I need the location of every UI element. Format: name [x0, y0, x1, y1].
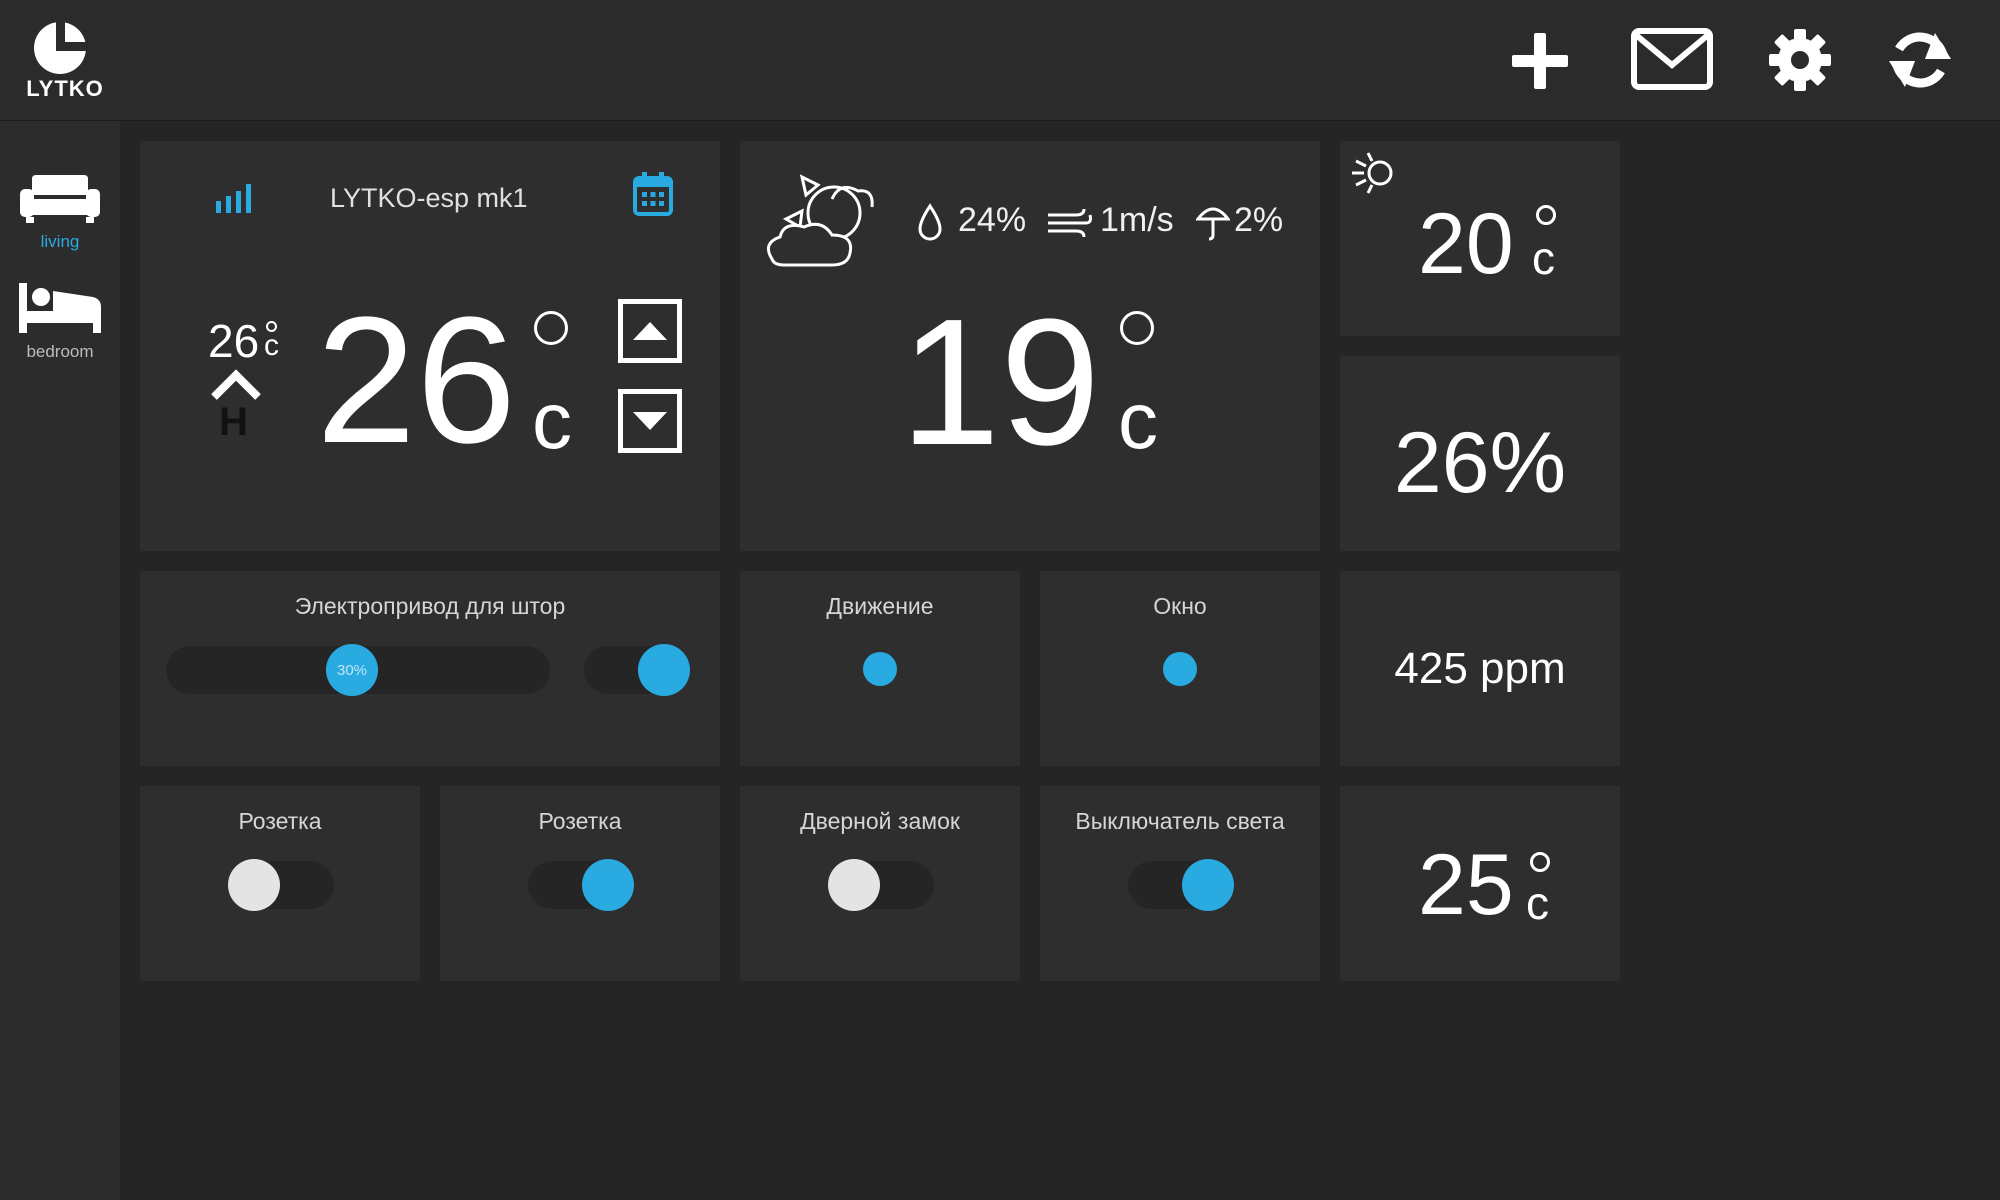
- add-button[interactable]: [1505, 25, 1575, 95]
- settings-gear-icon: [1769, 29, 1831, 91]
- co2-value: 425 ppm: [1394, 644, 1566, 693]
- weather-wind: 1m/s: [1100, 201, 1174, 239]
- sofa-icon: [20, 175, 100, 223]
- sidebar-item-label: bedroom: [26, 342, 94, 361]
- device-name: LYTKO-esp mk1: [330, 183, 528, 213]
- logo-clock-icon: [34, 22, 86, 74]
- door-lock-toggle[interactable]: [828, 859, 934, 911]
- refresh-icon: [1889, 32, 1951, 88]
- door-lock-toggle-knob[interactable]: [828, 859, 880, 911]
- motion-tile: Движение: [740, 571, 1020, 766]
- weather-precipitation: 2%: [1234, 201, 1284, 239]
- window-status-indicator: [1163, 652, 1197, 686]
- socket-1-title: Розетка: [238, 808, 322, 834]
- socket-1-toggle-knob[interactable]: [228, 859, 280, 911]
- door-lock-tile: Дверной замок: [740, 786, 1020, 981]
- socket-1-tile: Розетка: [140, 786, 420, 981]
- temp-up-button[interactable]: [618, 299, 682, 363]
- signal-bars-icon: [216, 184, 251, 213]
- temp-down-button[interactable]: [618, 389, 682, 453]
- motion-title: Движение: [826, 593, 934, 619]
- add-icon: [1512, 33, 1568, 89]
- light-switch-toggle-knob[interactable]: [1182, 859, 1234, 911]
- curtain-tile: Электропривод для штор 30%: [140, 571, 720, 766]
- curtain-toggle[interactable]: [584, 644, 690, 696]
- degree-symbol: [1530, 852, 1550, 872]
- sidebar-item-living[interactable]: living: [0, 173, 120, 252]
- light-switch-tile: Выключатель света: [1040, 786, 1320, 981]
- weather-humidity: 24%: [958, 201, 1027, 239]
- current-temp: 26: [208, 315, 260, 367]
- socket-2-title: Розетка: [538, 808, 622, 834]
- curtain-slider-handle[interactable]: 30%: [326, 644, 378, 696]
- humidity-drop-icon: [918, 203, 942, 241]
- sidebar: living bedroom: [0, 121, 120, 1200]
- current-unit: c: [264, 329, 279, 362]
- settings-button[interactable]: [1765, 25, 1835, 95]
- co2-tile[interactable]: 425 ppm: [1340, 571, 1620, 766]
- curtain-title: Электропривод для штор: [294, 593, 566, 619]
- degree-symbol: [1120, 311, 1154, 345]
- motion-status-indicator: [863, 652, 897, 686]
- refresh-button[interactable]: [1885, 25, 1955, 95]
- humidity-value: 26%: [1393, 415, 1567, 511]
- socket-2-tile: Розетка: [440, 786, 720, 981]
- wind-icon: [1048, 208, 1092, 238]
- sidebar-item-bedroom[interactable]: bedroom: [0, 281, 120, 362]
- sidebar-item-label: living: [40, 232, 80, 251]
- degree-symbol: [534, 311, 568, 345]
- umbrella-icon: [1196, 207, 1230, 241]
- window-tile: Окно: [1040, 571, 1320, 766]
- set-temperature: 26: [316, 280, 517, 481]
- calendar-icon[interactable]: [632, 171, 674, 217]
- mode-indicator: H: [219, 400, 248, 444]
- temperature-value: 25: [1418, 837, 1514, 933]
- socket-2-toggle[interactable]: [528, 859, 634, 911]
- thermostat-tile[interactable]: LYTKO-esp mk1 26 c H 26 c: [140, 141, 720, 551]
- weather-unit: c: [1118, 376, 1158, 465]
- socket-1-toggle[interactable]: [228, 859, 334, 911]
- curtain-toggle-knob[interactable]: [638, 644, 690, 696]
- set-unit: c: [532, 376, 572, 465]
- temperature-unit: c: [1526, 877, 1549, 929]
- light-switch-title: Выключатель света: [1075, 808, 1285, 834]
- weather-temperature: 19: [900, 282, 1101, 483]
- socket-2-toggle-knob[interactable]: [582, 859, 634, 911]
- curtain-position-label: 30%: [336, 661, 368, 679]
- lytko-logo[interactable]: LYTKO: [20, 20, 110, 105]
- bed-icon: [19, 283, 101, 333]
- outdoor-unit: c: [1532, 232, 1555, 284]
- logo-text: LYTKO: [26, 76, 104, 101]
- top-bar: LYTKO: [0, 0, 2000, 121]
- heating-up-arrow-icon: [211, 369, 261, 400]
- outdoor-temperature: 20: [1418, 196, 1514, 292]
- sun-icon: [1352, 152, 1393, 194]
- humidity-tile[interactable]: 26%: [1340, 356, 1620, 551]
- mail-icon: [1631, 28, 1713, 90]
- door-lock-title: Дверной замок: [800, 808, 960, 834]
- temperature-tile[interactable]: 25 c: [1340, 786, 1620, 981]
- triangle-down-icon: [633, 412, 667, 430]
- outdoor-temp-tile[interactable]: 20 c: [1340, 141, 1620, 336]
- partly-cloudy-icon: [766, 174, 874, 267]
- curtain-slider[interactable]: 30%: [166, 644, 550, 696]
- weather-tile[interactable]: 24% 1m/s 2% 19 c: [740, 141, 1320, 551]
- mail-button[interactable]: [1630, 25, 1714, 95]
- window-title: Окно: [1153, 593, 1207, 619]
- degree-symbol: [1536, 205, 1556, 225]
- light-switch-toggle[interactable]: [1128, 859, 1234, 911]
- triangle-up-icon: [633, 322, 667, 340]
